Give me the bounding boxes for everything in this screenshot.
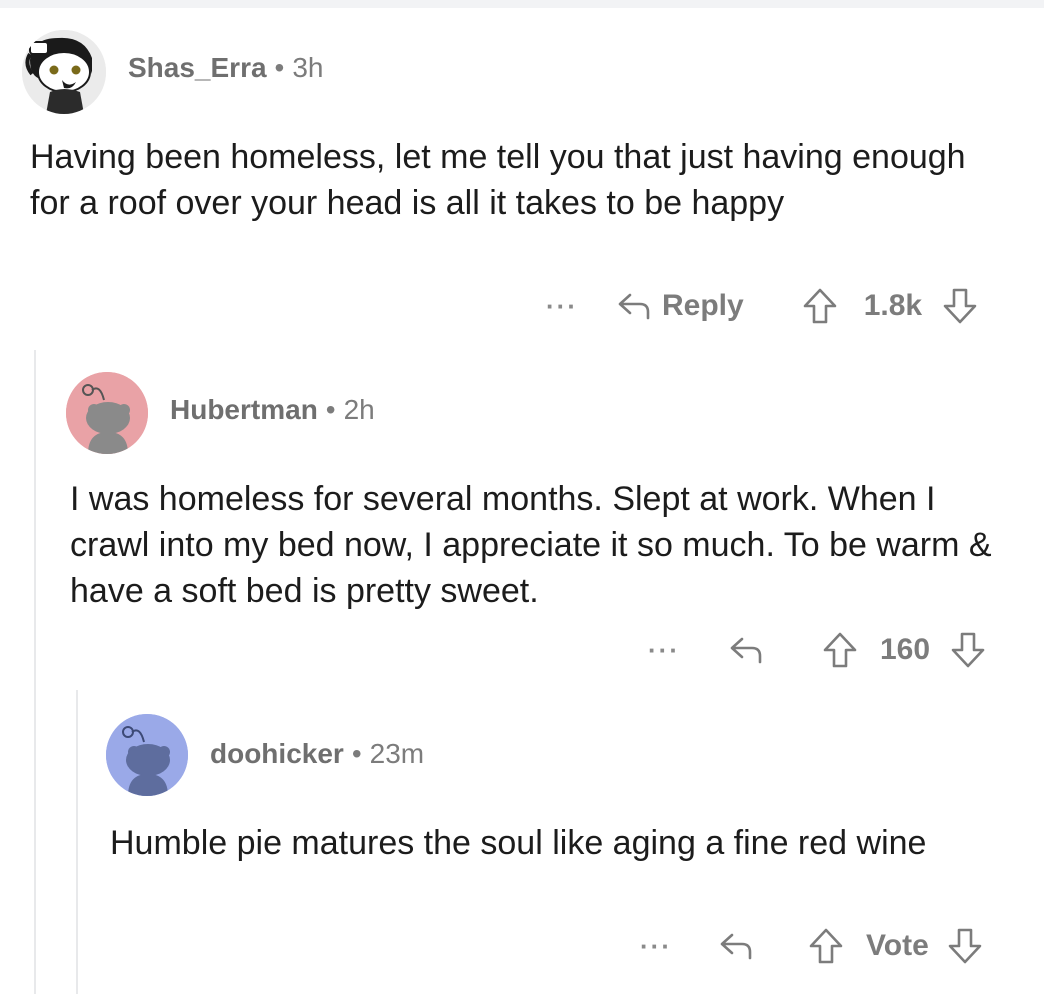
vote-controls: Vote — [808, 927, 983, 965]
comment-actions: ··· Reply 1.8k — [546, 286, 978, 326]
user-avatar[interactable] — [66, 372, 148, 454]
downvote-arrow-icon[interactable] — [942, 287, 978, 325]
meta-separator: • — [274, 52, 285, 83]
reply-button[interactable] — [718, 931, 754, 961]
default-snoo-icon — [106, 714, 188, 796]
comment-meta: doohicker • 23m — [210, 738, 424, 770]
comment-timestamp[interactable]: 3h — [292, 52, 323, 83]
reply-arrow-icon — [718, 931, 754, 961]
snoo-avatar-icon — [22, 30, 106, 114]
top-divider — [0, 0, 1044, 8]
reply-label: Reply — [661, 289, 744, 322]
thread-line-level-2[interactable] — [76, 690, 78, 994]
user-avatar[interactable] — [106, 714, 188, 796]
meta-separator: • — [325, 394, 336, 425]
vote-label: Vote — [865, 929, 929, 962]
reply-arrow-icon — [616, 291, 652, 321]
downvote-arrow-icon[interactable] — [947, 927, 983, 965]
username-link[interactable]: Shas_Erra — [128, 52, 267, 83]
meta-separator: • — [351, 738, 362, 769]
vote-count: 1.8k — [863, 289, 923, 322]
comment-timestamp[interactable]: 2h — [344, 394, 375, 425]
default-snoo-icon — [66, 372, 148, 454]
reply-button[interactable] — [728, 635, 764, 665]
username-link[interactable]: doohicker — [210, 738, 344, 769]
thread-line-level-1[interactable] — [34, 350, 36, 994]
more-options-button[interactable]: ··· — [546, 291, 578, 322]
username-link[interactable]: Hubertman — [170, 394, 318, 425]
comment-body: Humble pie matures the soul like aging a… — [110, 824, 927, 862]
reply-arrow-icon — [728, 635, 764, 665]
comment-meta: Shas_Erra • 3h — [128, 52, 324, 84]
comment-body: Having been homeless, let me tell you th… — [30, 138, 966, 222]
more-options-button[interactable]: ··· — [640, 931, 672, 962]
vote-controls: 160 — [822, 631, 986, 669]
more-options-button[interactable]: ··· — [648, 635, 680, 666]
comment-actions: ··· 160 — [648, 630, 986, 670]
upvote-arrow-icon[interactable] — [808, 927, 844, 965]
comment-body: I was homeless for several months. Slept… — [70, 480, 992, 610]
upvote-arrow-icon[interactable] — [822, 631, 858, 669]
user-avatar[interactable] — [22, 30, 106, 114]
vote-count: 160 — [879, 633, 931, 666]
comment-actions: ··· Vote — [640, 926, 983, 966]
comment-timestamp[interactable]: 23m — [370, 738, 424, 769]
downvote-arrow-icon[interactable] — [950, 631, 986, 669]
comment-meta: Hubertman • 2h — [170, 394, 375, 426]
reply-button[interactable]: Reply — [616, 289, 744, 323]
vote-controls: 1.8k — [802, 287, 978, 325]
upvote-arrow-icon[interactable] — [802, 287, 838, 325]
